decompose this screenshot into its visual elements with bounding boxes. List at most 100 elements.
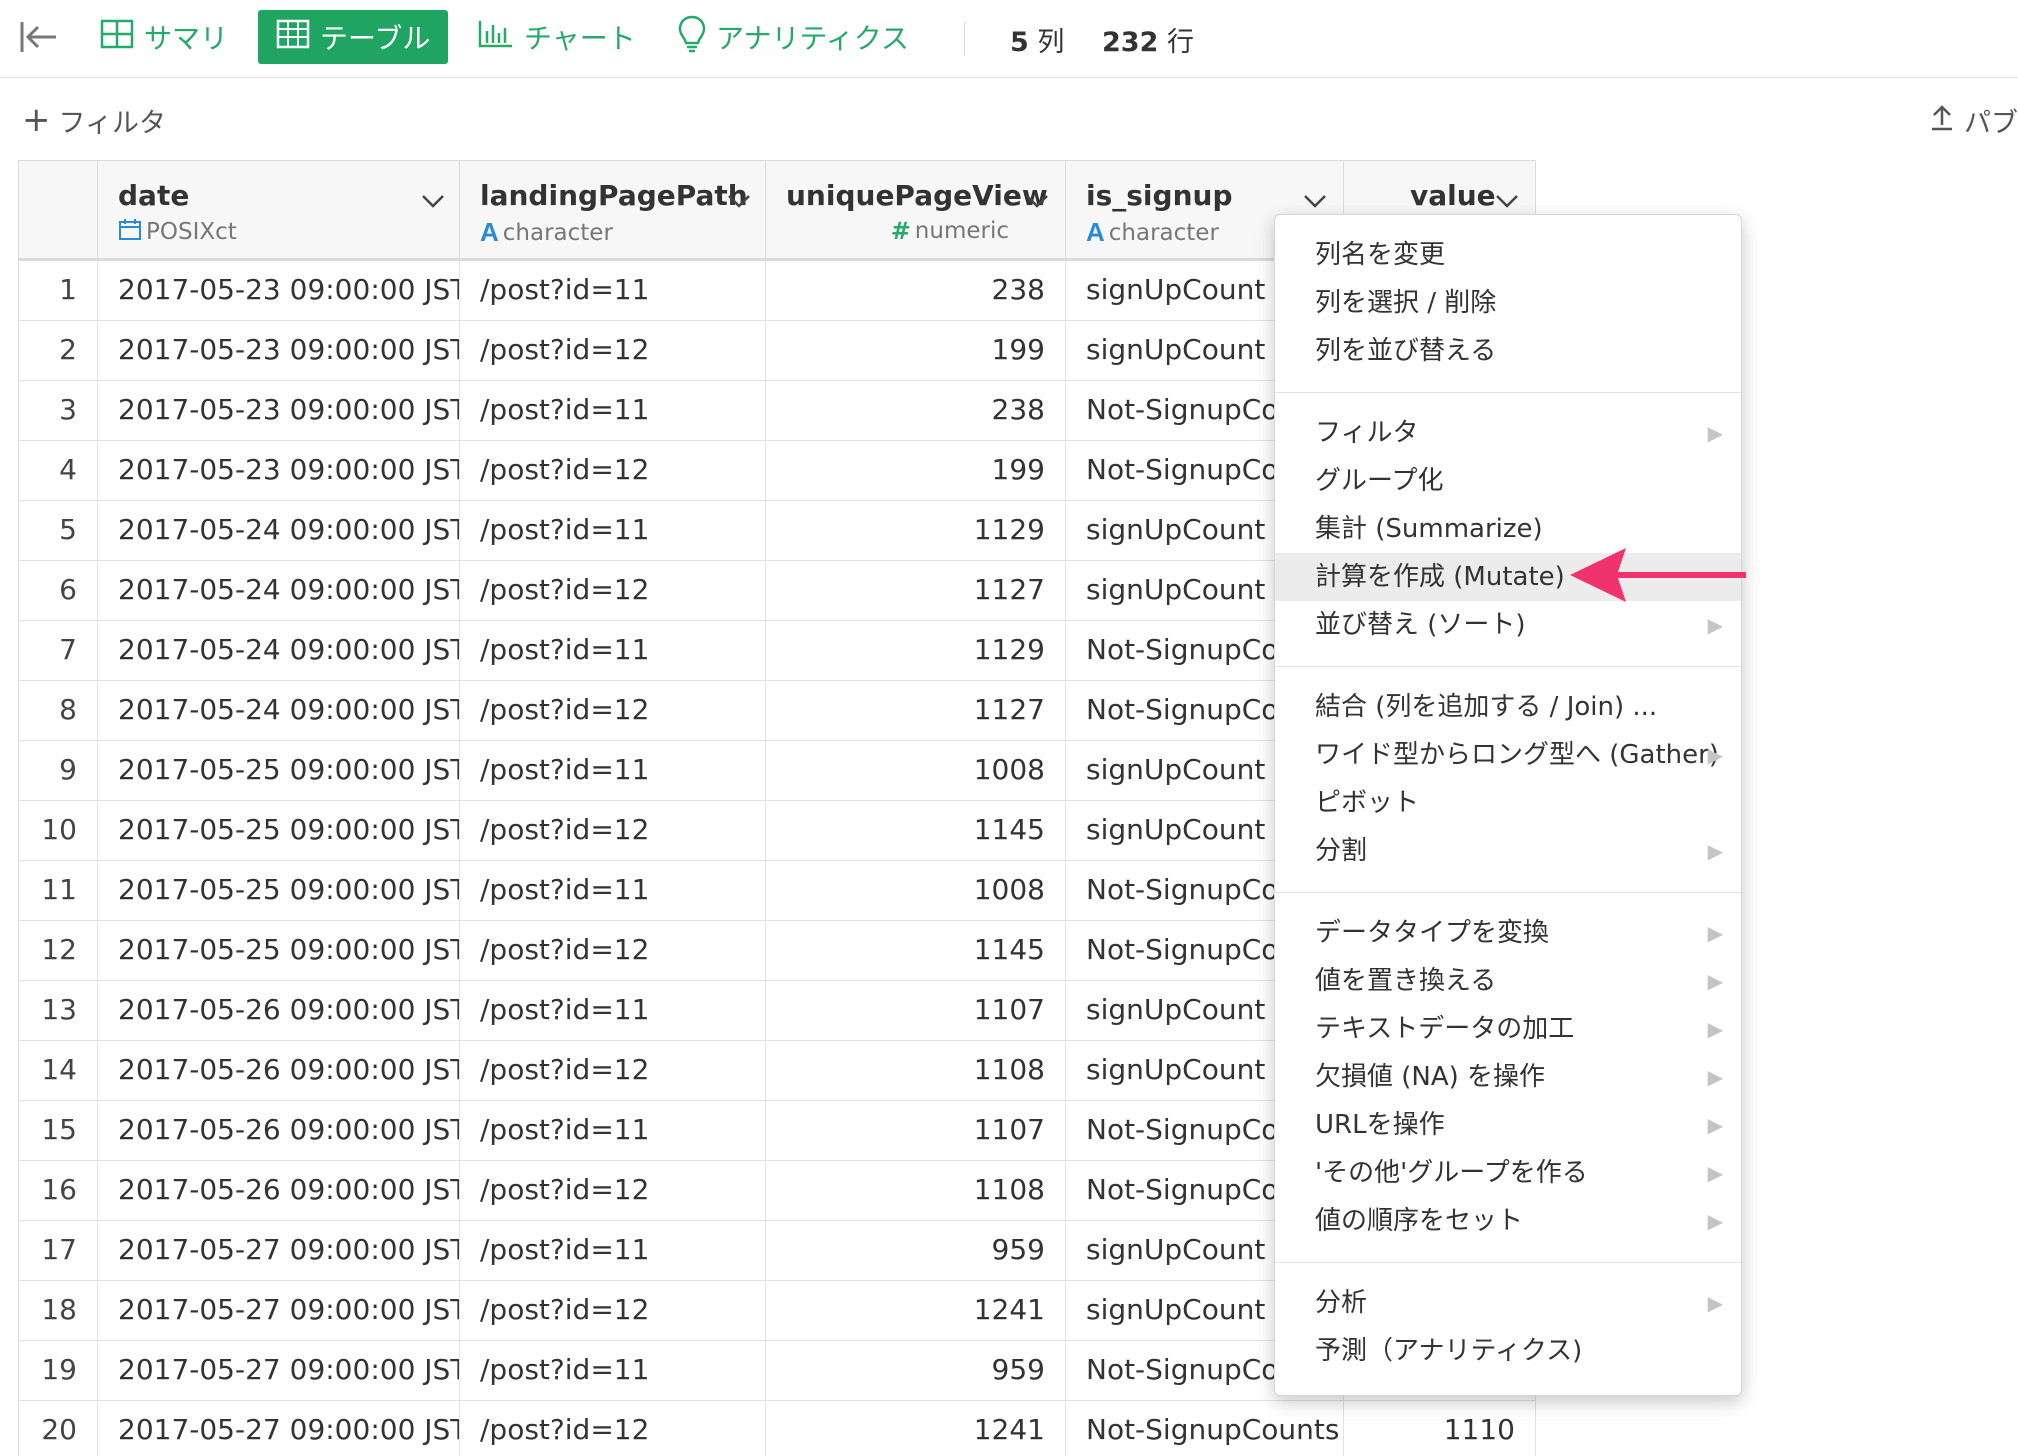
tab-analytics[interactable]: アナリティクス (660, 10, 927, 64)
cell-uniquepageview[interactable]: 1129 (766, 621, 1066, 681)
menu-item[interactable]: データタイプを変換 ▶ (1275, 909, 1741, 957)
cell-date[interactable]: 2017-05-25 09:00:00 JST (98, 921, 460, 981)
cell-uniquepageview[interactable]: 1241 (766, 1281, 1066, 1341)
cell-uniquepageview[interactable]: 199 (766, 321, 1066, 381)
cell-uniquepageview[interactable]: 1008 (766, 861, 1066, 921)
tab-table[interactable]: テーブル (258, 10, 449, 64)
cell-date[interactable]: 2017-05-24 09:00:00 JST (98, 561, 460, 621)
menu-item[interactable]: 列を並び替える (1275, 327, 1741, 375)
cell-date[interactable]: 2017-05-24 09:00:00 JST (98, 681, 460, 741)
cell-date[interactable]: 2017-05-25 09:00:00 JST (98, 861, 460, 921)
cell-date[interactable]: 2017-05-25 09:00:00 JST (98, 741, 460, 801)
chevron-down-icon[interactable] (1024, 191, 1050, 211)
cell-date[interactable]: 2017-05-27 09:00:00 JST (98, 1221, 460, 1281)
cell-uniquepageview[interactable]: 1129 (766, 501, 1066, 561)
cell-uniquepageview[interactable]: 959 (766, 1341, 1066, 1401)
cell-value[interactable]: 1110 (1344, 1401, 1536, 1456)
menu-item[interactable]: フィルタ ▶ (1275, 409, 1741, 457)
cell-landingpagepath[interactable]: /post?id=12 (460, 1281, 766, 1341)
column-header-date[interactable]: date POSIXct (98, 161, 460, 261)
cell-uniquepageview[interactable]: 1127 (766, 681, 1066, 741)
cell-uniquepageview[interactable]: 1241 (766, 1401, 1066, 1456)
cell-uniquepageview[interactable]: 1145 (766, 921, 1066, 981)
menu-item[interactable]: 列名を変更 (1275, 231, 1741, 279)
cell-is-signup[interactable]: Not-SignupCounts (1066, 1401, 1344, 1456)
menu-item[interactable]: 結合 (列を追加する / Join) ... (1275, 683, 1741, 731)
chevron-down-icon[interactable] (1302, 191, 1328, 211)
column-header-landingpagepath[interactable]: landingPagePath A character (460, 161, 766, 261)
menu-item[interactable]: 予測（アナリティクス) (1275, 1327, 1741, 1375)
menu-item[interactable]: 欠損値 (NA) を操作 ▶ (1275, 1053, 1741, 1101)
cell-landingpagepath[interactable]: /post?id=12 (460, 921, 766, 981)
menu-item[interactable]: 値の順序をセット ▶ (1275, 1197, 1741, 1245)
cell-date[interactable]: 2017-05-23 09:00:00 JST (98, 381, 460, 441)
cell-uniquepageview[interactable]: 1145 (766, 801, 1066, 861)
cell-uniquepageview[interactable]: 199 (766, 441, 1066, 501)
chevron-down-icon[interactable] (420, 191, 446, 211)
menu-item[interactable]: 'その他'グループを作る ▶ (1275, 1149, 1741, 1197)
menu-item[interactable]: 列を選択 / 削除 (1275, 279, 1741, 327)
cell-landingpagepath[interactable]: /post?id=11 (460, 381, 766, 441)
tab-summary[interactable]: サマリ (82, 10, 246, 64)
cell-uniquepageview[interactable]: 1127 (766, 561, 1066, 621)
cell-landingpagepath[interactable]: /post?id=12 (460, 681, 766, 741)
cell-landingpagepath[interactable]: /post?id=11 (460, 1221, 766, 1281)
cell-landingpagepath[interactable]: /post?id=12 (460, 321, 766, 381)
column-header-uniquepageview[interactable]: uniquePageView # numeric (766, 161, 1066, 261)
cell-date[interactable]: 2017-05-26 09:00:00 JST (98, 1161, 460, 1221)
column-name: date (118, 179, 190, 212)
cell-landingpagepath[interactable]: /post?id=11 (460, 1101, 766, 1161)
collapse-left-icon[interactable] (18, 18, 60, 56)
cell-uniquepageview[interactable]: 1008 (766, 741, 1066, 801)
cell-date[interactable]: 2017-05-23 09:00:00 JST (98, 261, 460, 321)
column-name: landingPagePath (480, 179, 748, 212)
cell-date[interactable]: 2017-05-26 09:00:00 JST (98, 1041, 460, 1101)
menu-item[interactable]: 分析 ▶ (1275, 1279, 1741, 1327)
cell-landingpagepath[interactable]: /post?id=12 (460, 1401, 766, 1456)
chevron-down-icon[interactable] (726, 191, 752, 211)
cell-date[interactable]: 2017-05-23 09:00:00 JST (98, 441, 460, 501)
cell-date[interactable]: 2017-05-27 09:00:00 JST (98, 1341, 460, 1401)
cell-landingpagepath[interactable]: /post?id=11 (460, 1341, 766, 1401)
cell-landingpagepath[interactable]: /post?id=11 (460, 981, 766, 1041)
cell-landingpagepath[interactable]: /post?id=12 (460, 561, 766, 621)
cell-landingpagepath[interactable]: /post?id=11 (460, 741, 766, 801)
cell-date[interactable]: 2017-05-25 09:00:00 JST (98, 801, 460, 861)
menu-item[interactable]: 分割 ▶ (1275, 827, 1741, 875)
cell-uniquepageview[interactable]: 238 (766, 381, 1066, 441)
cell-landingpagepath[interactable]: /post?id=11 (460, 261, 766, 321)
cell-date[interactable]: 2017-05-27 09:00:00 JST (98, 1281, 460, 1341)
cell-uniquepageview[interactable]: 1108 (766, 1161, 1066, 1221)
menu-item[interactable]: ピボット (1275, 779, 1741, 827)
cell-uniquepageview[interactable]: 959 (766, 1221, 1066, 1281)
cell-date[interactable]: 2017-05-27 09:00:00 JST (98, 1401, 460, 1456)
cell-landingpagepath[interactable]: /post?id=11 (460, 501, 766, 561)
cell-uniquepageview[interactable]: 1107 (766, 981, 1066, 1041)
cell-uniquepageview[interactable]: 1107 (766, 1101, 1066, 1161)
cell-landingpagepath[interactable]: /post?id=12 (460, 1161, 766, 1221)
menu-item-label: 'その他'グループを作る (1315, 1158, 1588, 1188)
cell-date[interactable]: 2017-05-24 09:00:00 JST (98, 621, 460, 681)
export-button[interactable]: パブ (1930, 100, 2018, 140)
menu-item[interactable]: ワイド型からロング型へ (Gather) ▶ (1275, 731, 1741, 779)
menu-item[interactable]: テキストデータの加工 ▶ (1275, 1005, 1741, 1053)
cell-date[interactable]: 2017-05-24 09:00:00 JST (98, 501, 460, 561)
add-filter-button[interactable]: + フィルタ (22, 100, 166, 140)
cell-landingpagepath[interactable]: /post?id=11 (460, 621, 766, 681)
menu-item[interactable]: 値を置き換える ▶ (1275, 957, 1741, 1005)
cell-landingpagepath[interactable]: /post?id=11 (460, 861, 766, 921)
cell-date[interactable]: 2017-05-26 09:00:00 JST (98, 981, 460, 1041)
menu-item[interactable]: グループ化 (1275, 457, 1741, 505)
cell-landingpagepath[interactable]: /post?id=12 (460, 801, 766, 861)
row-number: 2 (19, 321, 98, 381)
cell-date[interactable]: 2017-05-26 09:00:00 JST (98, 1101, 460, 1161)
cell-date[interactable]: 2017-05-23 09:00:00 JST (98, 321, 460, 381)
chevron-down-icon[interactable] (1494, 191, 1520, 211)
column-count: 5 列 (1010, 27, 1065, 58)
menu-item[interactable]: URLを操作 ▶ (1275, 1101, 1741, 1149)
cell-landingpagepath[interactable]: /post?id=12 (460, 1041, 766, 1101)
tab-chart[interactable]: チャート (460, 10, 654, 64)
cell-uniquepageview[interactable]: 238 (766, 261, 1066, 321)
cell-landingpagepath[interactable]: /post?id=12 (460, 441, 766, 501)
cell-uniquepageview[interactable]: 1108 (766, 1041, 1066, 1101)
